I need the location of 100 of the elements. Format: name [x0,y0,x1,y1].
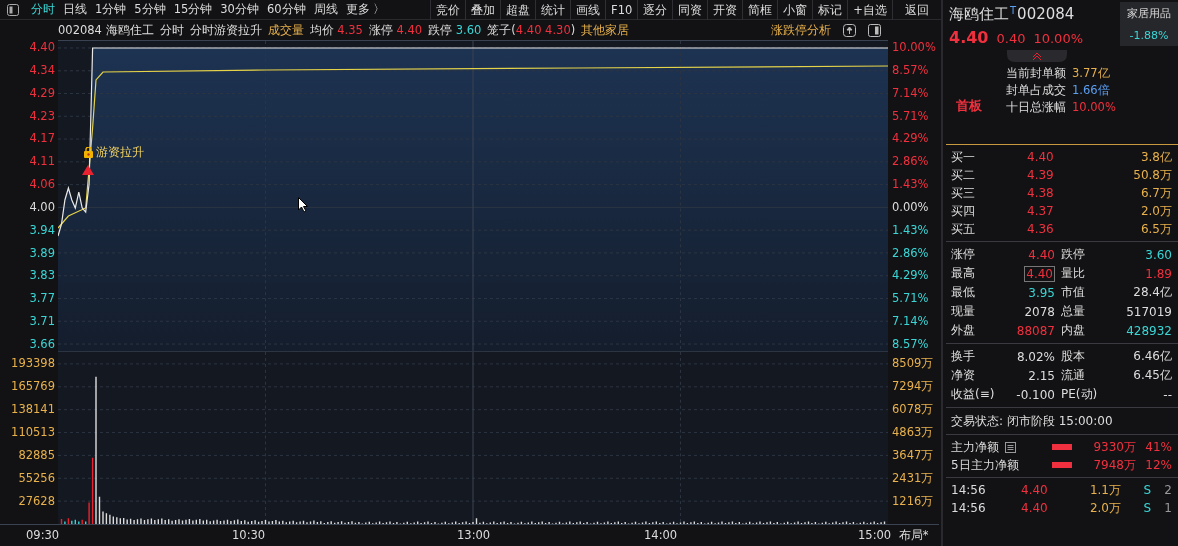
toolbar-button[interactable]: 叠加 [465,0,501,20]
toolbar-button[interactable]: 小窗 [777,0,813,20]
bid-volume: 50.8万 [1132,166,1173,184]
stat-label: 股本 [1061,348,1086,365]
stat-label: 总量 [1061,303,1086,320]
stat-label: 跌停 [1061,246,1086,263]
cursor-icon [298,197,309,213]
volume-label[interactable]: 成交量 [267,22,304,38]
toolbar-button[interactable]: +自选 [847,0,892,20]
bid-price: 4.36 [1027,222,1055,236]
stat-label: 最低 [951,284,976,301]
detail-value: 3.77亿 [1072,66,1110,81]
period-tab[interactable]: 周线 [309,2,342,17]
price-axis-label: 3.94 [29,222,55,237]
percent-axis-label: 8.57% [892,62,929,77]
sector-label[interactable]: 其他家居 [581,22,630,38]
bid-price: 4.39 [1027,168,1055,182]
toolbar-button[interactable]: 竞价 [430,0,466,20]
avg-price-label: 均价 4.35 [309,22,363,38]
panel-toggle-icon[interactable] [7,3,19,16]
list-icon[interactable] [1005,441,1016,453]
layout-button[interactable]: 布局* [898,528,929,543]
toolbar-button[interactable]: 统计 [535,0,571,20]
sector-card[interactable]: 家居用品 -1.88% [1120,2,1178,46]
toolbar-button[interactable]: 逐分 [637,0,673,20]
percent-axis-label: 1.43% [892,222,929,237]
period-tab[interactable]: 1分钟 [91,2,131,17]
period-tab[interactable]: 30分钟 [216,2,263,17]
toolbar-button[interactable]: F10 [605,0,638,20]
tick-price: 4.40 [1021,501,1049,515]
stat-value: 3.60 [1145,247,1172,262]
bid-level-label: 买一 [950,148,976,166]
tick-count: 2 [1163,483,1172,497]
stat-label: 外盘 [951,322,976,339]
mode-label[interactable]: 分时 [159,22,184,38]
stock-tag: T [1010,5,1017,16]
bid-volume: 6.5万 [1139,220,1173,238]
stat-label: 市值 [1061,284,1086,301]
stock-code: 002084 [1017,5,1075,23]
toolbar-button[interactable]: 标记 [812,0,848,20]
volume-axis-label: 110513 [11,425,55,439]
toolbar-button[interactable]: 画线 [570,0,606,20]
detail-label: 当前封单额 [1006,66,1066,81]
time-axis-label: 14:00 [644,528,678,542]
upload-icon[interactable] [843,23,856,37]
stat-value: -0.100 [1016,387,1055,402]
stat-value: 4.40 [1028,247,1055,262]
percent-axis-label: 2.86% [892,245,929,260]
detail-label: 十日总涨幅 [1006,100,1066,115]
percent-axis-label: 2.86% [892,154,929,169]
period-tab[interactable]: 更多 〉 [341,2,390,17]
period-tab[interactable]: 5分钟 [130,2,170,17]
percent-axis-label: 8.57% [892,336,929,351]
period-tab[interactable]: 15分钟 [169,2,217,17]
amount-axis-label: 8509万 [892,356,934,370]
volume-axis-label: 27628 [18,494,55,508]
price-axis-label: 4.29 [29,85,55,100]
time-axis-label: 09:30 [26,528,60,542]
amount-axis-label: 3647万 [892,448,934,462]
volume-axis-label: 82885 [18,448,55,462]
price-axis-label: 3.66 [29,336,55,351]
money-flow-percent: 12% [1144,458,1172,472]
stat-label: 涨停 [951,246,976,263]
toolbar-button[interactable]: 超盘 [500,0,536,20]
bid-price: 4.40 [1027,150,1055,164]
period-tab[interactable]: 日线 [59,2,91,17]
analysis-link[interactable]: 涨跌停分析 [771,22,831,38]
indicator-name[interactable]: 分时游资拉升 [189,22,262,38]
toolbar-button[interactable]: 简框 [742,0,778,20]
stat-label: 换手 [951,348,976,365]
sidebar-icon[interactable] [868,23,881,37]
bid-level-label: 买五 [950,220,976,238]
period-tab[interactable]: 分时 [27,2,59,17]
bid-level-label: 买三 [950,184,976,202]
tick-side: S [1142,501,1151,515]
time-axis-label: 10:30 [232,528,266,542]
percent-axis-label: 1.43% [892,177,929,192]
price-axis-label: 4.00 [29,199,55,214]
money-flow-label: 主力净额 [951,438,999,456]
collapse-icon[interactable] [1007,50,1067,62]
price-axis-label: 4.06 [29,177,55,192]
price-axis-label: 4.40 [29,40,55,54]
stat-value: 6.46亿 [1133,349,1172,363]
stat-value: 1.89 [1145,266,1172,281]
period-tab[interactable]: 60分钟 [262,2,310,17]
stat-value: 8.02% [1016,349,1055,364]
stat-label: 量比 [1061,265,1086,282]
volume-axis-label: 165769 [11,379,55,393]
toolbar-button[interactable]: 开资 [707,0,743,20]
stat-value: -- [1163,387,1172,402]
percent-axis-label: 5.71% [892,291,929,306]
percent-axis-label: 4.29% [892,131,929,146]
toolbar-button[interactable]: 同资 [672,0,708,20]
bid-level-label: 买四 [950,202,976,220]
toolbar-button[interactable]: 返回 [892,0,941,20]
detail-value: 1.66倍 [1072,83,1110,98]
tick-price: 4.40 [1021,483,1049,497]
detail-value: 10.00% [1072,100,1116,115]
cage-label: 笼子(4.40 4.30) [487,22,576,38]
volume-axis-label: 55256 [18,471,55,485]
